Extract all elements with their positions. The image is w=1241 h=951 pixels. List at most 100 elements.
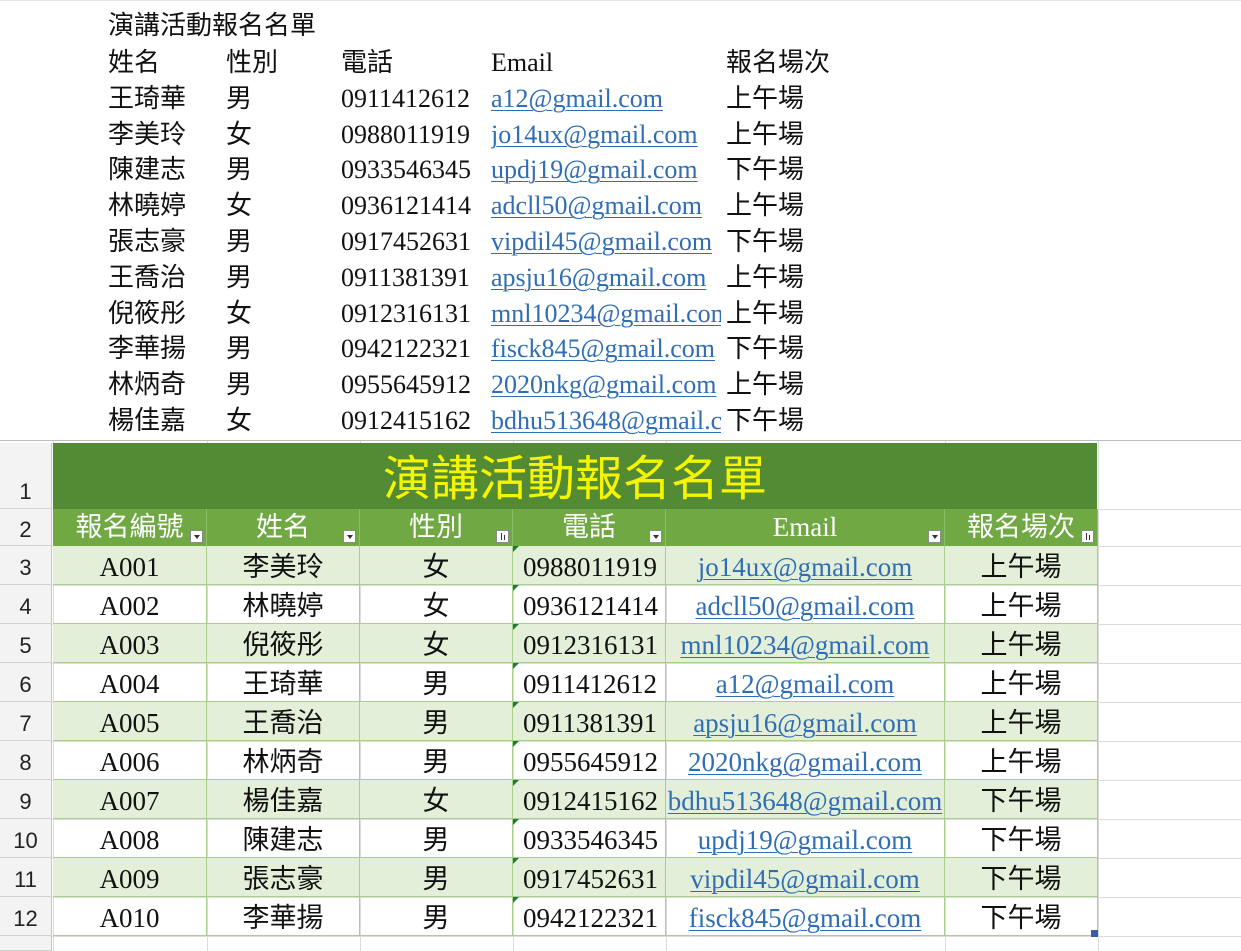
cell-email[interactable]: vipdil45@gmail.com (666, 858, 945, 897)
email-link[interactable]: 2020nkg@gmail.com (688, 747, 922, 777)
cell-id[interactable]: A007 (53, 780, 207, 819)
list-email-link[interactable]: adcll50@gmail.com (491, 188, 721, 224)
list-email-link[interactable]: jo14ux@gmail.com (491, 117, 721, 153)
cell-session[interactable]: 下午場 (945, 819, 1098, 858)
cell-gender[interactable]: 女 (360, 546, 513, 585)
cell-session[interactable]: 上午場 (945, 546, 1098, 585)
cell-gender[interactable]: 男 (360, 819, 513, 858)
cell-session[interactable]: 下午場 (945, 780, 1098, 819)
cell-name[interactable]: 楊佳嘉 (207, 780, 360, 819)
sort-filter-icon[interactable] (496, 530, 509, 543)
cell-email[interactable]: jo14ux@gmail.com (666, 546, 945, 585)
cell-session[interactable]: 上午場 (945, 741, 1098, 780)
row-header[interactable]: 7 (0, 702, 52, 741)
row-header[interactable]: 4 (0, 585, 52, 624)
cell-name[interactable]: 王喬治 (207, 702, 360, 741)
table-row[interactable]: A002 林曉婷 女 0936121414 adcll50@gmail.com 上午場 (53, 585, 1098, 624)
table-row[interactable]: A009 張志豪 男 0917452631 vipdil45@gmail.com 下午場 (53, 858, 1098, 897)
row-header[interactable]: 11 (0, 858, 52, 897)
cell-email[interactable]: fisck845@gmail.com (666, 897, 945, 936)
list-email-link[interactable]: mnl10234@gmail.com (491, 296, 721, 332)
cell-email[interactable]: updj19@gmail.com (666, 819, 945, 858)
cell-gender[interactable]: 女 (360, 624, 513, 663)
column-header-id[interactable]: 報名編號 (53, 509, 207, 546)
cell-session[interactable]: 上午場 (945, 663, 1098, 702)
table-resize-handle[interactable] (1091, 930, 1098, 937)
table-row[interactable]: A006 林炳奇 男 0955645912 2020nkg@gmail.com 上午場 (53, 741, 1098, 780)
list-email-link[interactable]: vipdil45@gmail.com (491, 224, 721, 260)
row-header[interactable]: 3 (0, 546, 52, 585)
table-row[interactable]: A004 王琦華 男 0911412612 a12@gmail.com 上午場 (53, 663, 1098, 702)
row-header[interactable]: 12 (0, 897, 52, 936)
row-header[interactable] (0, 936, 52, 951)
cell-gender[interactable]: 女 (360, 585, 513, 624)
list-email-link[interactable]: a12@gmail.com (491, 81, 721, 117)
cell-name[interactable]: 林炳奇 (207, 741, 360, 780)
email-link[interactable]: a12@gmail.com (716, 669, 895, 699)
cell-name[interactable]: 陳建志 (207, 819, 360, 858)
list-email-link[interactable]: bdhu513648@gmail.c (491, 403, 721, 439)
cell-name[interactable]: 李美玲 (207, 546, 360, 585)
cell-phone[interactable]: 0911412612 (513, 663, 666, 702)
sort-filter-icon[interactable] (1081, 530, 1094, 543)
row-header[interactable]: 8 (0, 741, 52, 780)
table-row[interactable]: A007 楊佳嘉 女 0912415162 bdhu513648@gmail.com 下午… (53, 780, 1098, 819)
column-header-gender[interactable]: 性別 (360, 509, 513, 546)
cell-email[interactable]: adcll50@gmail.com (666, 585, 945, 624)
column-header-name[interactable]: 姓名 (207, 509, 360, 546)
list-email-link[interactable]: apsju16@gmail.com (491, 260, 721, 296)
table-row[interactable]: A005 王喬治 男 0911381391 apsju16@gmail.com 上午場 (53, 702, 1098, 741)
sheet-title-cell[interactable]: 演講活動報名名單 (53, 443, 1097, 509)
table-row[interactable]: A001 李美玲 女 0988011919 jo14ux@gmail.com 上午場 (53, 546, 1098, 585)
cell-email[interactable]: a12@gmail.com (666, 663, 945, 702)
cell-name[interactable]: 王琦華 (207, 663, 360, 702)
cell-gender[interactable]: 男 (360, 897, 513, 936)
list-email-link[interactable]: updj19@gmail.com (491, 152, 721, 188)
column-header-session[interactable]: 報名場次 (945, 509, 1098, 546)
cell-phone[interactable]: 0955645912 (513, 741, 666, 780)
filter-dropdown-icon[interactable] (649, 530, 662, 543)
cell-name[interactable]: 倪筱彤 (207, 624, 360, 663)
column-header-email[interactable]: Email (666, 509, 945, 546)
column-header-phone[interactable]: 電話 (513, 509, 666, 546)
cell-session[interactable]: 上午場 (945, 585, 1098, 624)
cell-name[interactable]: 張志豪 (207, 858, 360, 897)
email-link[interactable]: apsju16@gmail.com (693, 708, 917, 738)
cell-id[interactable]: A004 (53, 663, 207, 702)
cell-id[interactable]: A003 (53, 624, 207, 663)
row-header[interactable]: 9 (0, 780, 52, 819)
cell-gender[interactable]: 女 (360, 780, 513, 819)
cell-phone[interactable]: 0942122321 (513, 897, 666, 936)
cell-session[interactable]: 下午場 (945, 858, 1098, 897)
cell-email[interactable]: bdhu513648@gmail.com (666, 780, 945, 819)
email-link[interactable]: adcll50@gmail.com (695, 591, 914, 621)
row-header[interactable]: 1 (0, 443, 52, 509)
cell-gender[interactable]: 男 (360, 741, 513, 780)
filter-dropdown-icon[interactable] (928, 530, 941, 543)
cell-phone[interactable]: 0936121414 (513, 585, 666, 624)
email-link[interactable]: vipdil45@gmail.com (690, 864, 920, 894)
cell-email[interactable]: apsju16@gmail.com (666, 702, 945, 741)
filter-dropdown-icon[interactable] (190, 530, 203, 543)
email-link[interactable]: bdhu513648@gmail.com (668, 786, 943, 816)
filter-dropdown-icon[interactable] (343, 530, 356, 543)
cell-name[interactable]: 林曉婷 (207, 585, 360, 624)
cell-phone[interactable]: 0933546345 (513, 819, 666, 858)
cell-id[interactable]: A006 (53, 741, 207, 780)
cell-id[interactable]: A001 (53, 546, 207, 585)
cell-id[interactable]: A002 (53, 585, 207, 624)
row-header[interactable]: 10 (0, 819, 52, 858)
cell-id[interactable]: A010 (53, 897, 207, 936)
cell-email[interactable]: mnl10234@gmail.com (666, 624, 945, 663)
table-row[interactable]: A010 李華揚 男 0942122321 fisck845@gmail.com 下午場 (53, 897, 1098, 936)
cell-session[interactable]: 上午場 (945, 624, 1098, 663)
cell-email[interactable]: 2020nkg@gmail.com (666, 741, 945, 780)
email-link[interactable]: mnl10234@gmail.com (680, 630, 929, 660)
email-link[interactable]: updj19@gmail.com (698, 825, 913, 855)
email-link[interactable]: fisck845@gmail.com (689, 903, 922, 933)
cell-session[interactable]: 下午場 (945, 897, 1098, 936)
cell-session[interactable]: 上午場 (945, 702, 1098, 741)
cell-phone[interactable]: 0912415162 (513, 780, 666, 819)
table-row[interactable]: A008 陳建志 男 0933546345 updj19@gmail.com 下午場 (53, 819, 1098, 858)
cell-phone[interactable]: 0917452631 (513, 858, 666, 897)
